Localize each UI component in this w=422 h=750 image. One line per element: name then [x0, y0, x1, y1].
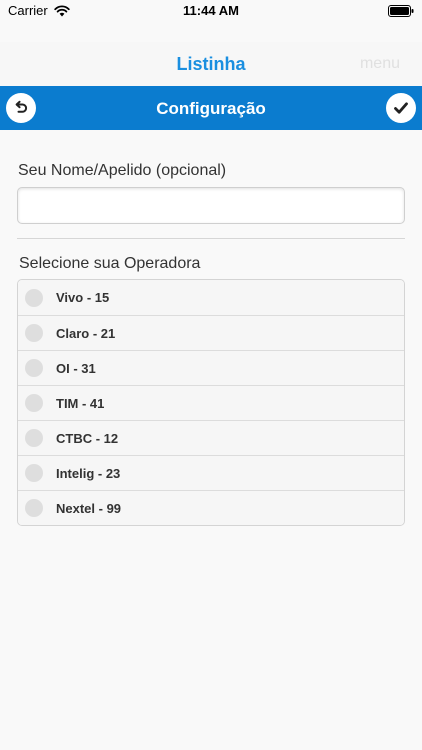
operator-option-ctbc[interactable]: CTBC - 12: [18, 420, 404, 455]
radio-button[interactable]: [25, 324, 43, 342]
operator-label-text: Intelig - 23: [56, 465, 121, 481]
operator-option-intelig[interactable]: Intelig - 23: [18, 455, 404, 490]
operator-label-text: Nextel - 99: [56, 500, 122, 516]
operator-label: Selecione sua Operadora: [19, 255, 201, 272]
radio-button[interactable]: [25, 429, 43, 447]
operator-option-nextel[interactable]: Nextel - 99: [18, 490, 404, 525]
operator-label-text: OI - 31: [56, 360, 96, 376]
confirm-button[interactable]: [386, 93, 416, 123]
name-label: Seu Nome/Apelido (opcional): [18, 162, 227, 179]
top-navigation: Listinha menu: [0, 42, 422, 86]
operator-option-oi[interactable]: OI - 31: [18, 350, 404, 385]
menu-button[interactable]: menu: [360, 55, 400, 73]
status-bar: Carrier 11:44 AM: [0, 0, 422, 22]
operator-label-text: TIM - 41: [56, 395, 105, 411]
battery-icon: [388, 5, 414, 17]
radio-button[interactable]: [25, 499, 43, 517]
radio-button[interactable]: [25, 464, 43, 482]
operator-list: Vivo - 15 Claro - 21 OI - 31 TIM - 41 CT…: [17, 279, 405, 526]
operator-option-claro[interactable]: Claro - 21: [18, 315, 404, 350]
radio-button[interactable]: [25, 288, 43, 307]
status-time: 11:44 AM: [183, 3, 239, 18]
name-input[interactable]: [17, 187, 405, 224]
operator-label-text: Claro - 21: [56, 325, 116, 341]
operator-option-vivo[interactable]: Vivo - 15: [18, 280, 404, 315]
config-header: Configuração: [0, 86, 422, 130]
page-title: Configuração: [156, 99, 266, 118]
operator-label-text: CTBC - 12: [56, 430, 119, 446]
divider: [17, 238, 405, 239]
operator-label-text: Vivo - 15: [56, 290, 110, 305]
app-title: Listinha: [176, 54, 246, 74]
radio-button[interactable]: [25, 359, 43, 377]
operator-option-tim[interactable]: TIM - 41: [18, 385, 404, 420]
radio-button[interactable]: [25, 394, 43, 412]
checkmark-icon: [394, 102, 408, 114]
